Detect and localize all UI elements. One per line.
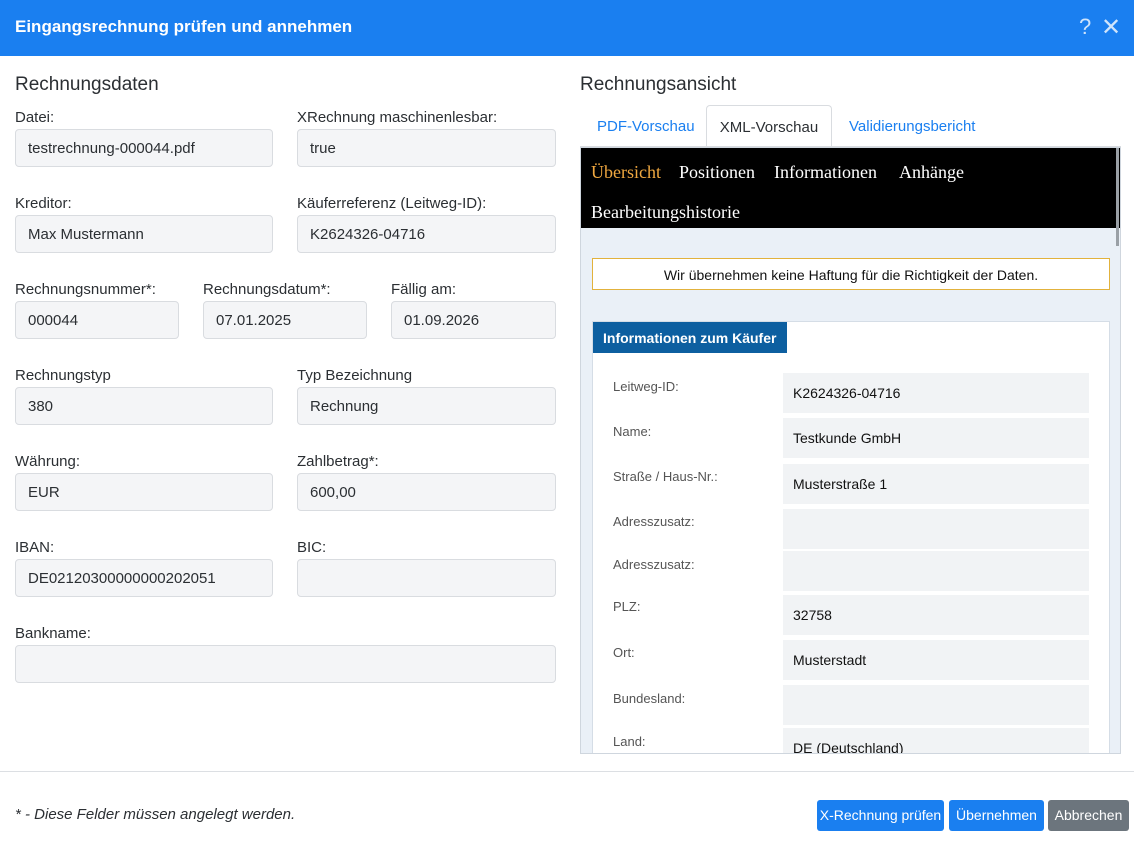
creditor-field[interactable]: Max Mustermann <box>15 215 273 253</box>
required-fields-note: * - Diese Felder müssen angelegt werden. <box>15 806 296 823</box>
bank-name-field[interactable] <box>15 645 556 683</box>
info-label-city: Ort: <box>613 645 635 660</box>
dialog-title: Eingangsrechnung prüfen und annehmen <box>15 17 353 36</box>
info-value-zip: 32758 <box>783 595 1089 635</box>
invoice-type-label: Rechnungstyp <box>15 367 111 384</box>
invoice-number-label: Rechnungsnummer*: <box>15 281 156 298</box>
info-label-leitweg: Leitweg-ID: <box>613 379 679 394</box>
nav-positions[interactable]: Positionen <box>679 162 755 183</box>
dialog-titlebar: Eingangsrechnung prüfen und annehmen ? ✕ <box>0 0 1134 56</box>
disclaimer-box: Wir übernehmen keine Haftung für die Ric… <box>592 258 1110 290</box>
iban-label: IBAN: <box>15 539 55 556</box>
accept-button[interactable]: Übernehmen <box>949 800 1044 831</box>
invoice-date-label: Rechnungsdatum*: <box>203 281 331 298</box>
type-name-field[interactable]: Rechnung <box>297 387 556 425</box>
due-date-field[interactable]: 01.09.2026 <box>391 301 556 339</box>
tab-xml-preview[interactable]: XML-Vorschau <box>706 105 832 147</box>
creditor-label: Kreditor: <box>15 195 72 212</box>
info-value-street: Musterstraße 1 <box>783 464 1089 504</box>
buyer-info-header: Informationen zum Käufer <box>593 322 787 353</box>
info-value-state <box>783 685 1089 725</box>
invoice-data-title: Rechnungsdaten <box>15 74 159 95</box>
help-icon[interactable]: ? <box>1079 14 1091 40</box>
amount-label: Zahlbetrag*: <box>297 453 379 470</box>
invoice-number-field[interactable]: 000044 <box>15 301 179 339</box>
info-label-country: Land: <box>613 734 646 749</box>
info-value-address-extra-1 <box>783 509 1089 549</box>
tab-pdf-preview[interactable]: PDF-Vorschau <box>597 105 695 147</box>
bic-field[interactable] <box>297 559 556 597</box>
cancel-button[interactable]: Abbrechen <box>1048 800 1129 831</box>
invoice-date-field[interactable]: 07.01.2025 <box>203 301 367 339</box>
nav-information[interactable]: Informationen <box>774 162 877 183</box>
buyer-reference-label: Käuferreferenz (Leitweg-ID): <box>297 195 487 212</box>
info-label-state: Bundesland: <box>613 691 686 706</box>
bic-label: BIC: <box>297 539 327 556</box>
iban-field[interactable]: DE02120300000000202051 <box>15 559 273 597</box>
currency-label: Währung: <box>15 453 81 470</box>
xml-preview-frame[interactable]: Übersicht Positionen Informationen Anhän… <box>580 147 1121 754</box>
info-value-country: DE (Deutschland) <box>783 728 1089 753</box>
nav-overview[interactable]: Übersicht <box>591 162 661 183</box>
amount-field[interactable]: 600,00 <box>297 473 556 511</box>
info-value-leitweg: K2624326-04716 <box>783 373 1089 413</box>
xrechnung-field[interactable]: true <box>297 129 556 167</box>
info-label-zip: PLZ: <box>613 599 641 614</box>
nav-history[interactable]: Bearbeitungshistorie <box>591 202 740 223</box>
buyer-info-card: Informationen zum Käufer Leitweg-ID: K26… <box>592 321 1110 753</box>
file-label: Datei: <box>15 109 55 126</box>
due-date-label: Fällig am: <box>391 281 457 298</box>
file-field[interactable]: testrechnung-000044.pdf <box>15 129 273 167</box>
footer-divider <box>0 771 1134 772</box>
info-label-address-extra-1: Adresszusatz: <box>613 514 695 529</box>
invoice-view-title: Rechnungsansicht <box>580 74 737 95</box>
close-icon[interactable]: ✕ <box>1101 13 1121 42</box>
invoice-type-field[interactable]: 380 <box>15 387 273 425</box>
info-value-city: Musterstadt <box>783 640 1089 680</box>
xrechnung-label: XRechnung maschinenlesbar: <box>297 109 498 126</box>
info-label-name: Name: <box>613 424 652 439</box>
info-value-address-extra-2 <box>783 551 1089 591</box>
info-label-street: Straße / Haus-Nr.: <box>613 469 718 484</box>
preview-scrollbar[interactable] <box>1116 148 1119 246</box>
check-xrechnung-button[interactable]: X-Rechnung prüfen <box>817 800 944 831</box>
info-value-name: Testkunde GmbH <box>783 418 1089 458</box>
bank-name-label: Bankname: <box>15 625 91 642</box>
preview-nav: Übersicht Positionen Informationen Anhän… <box>581 148 1120 228</box>
nav-attachments[interactable]: Anhänge <box>899 162 964 183</box>
tab-validation-report[interactable]: Validierungsbericht <box>849 105 975 147</box>
info-label-address-extra-2: Adresszusatz: <box>613 557 695 572</box>
currency-field[interactable]: EUR <box>15 473 273 511</box>
type-name-label: Typ Bezeichnung <box>297 367 413 384</box>
buyer-reference-field[interactable]: K2624326-04716 <box>297 215 556 253</box>
